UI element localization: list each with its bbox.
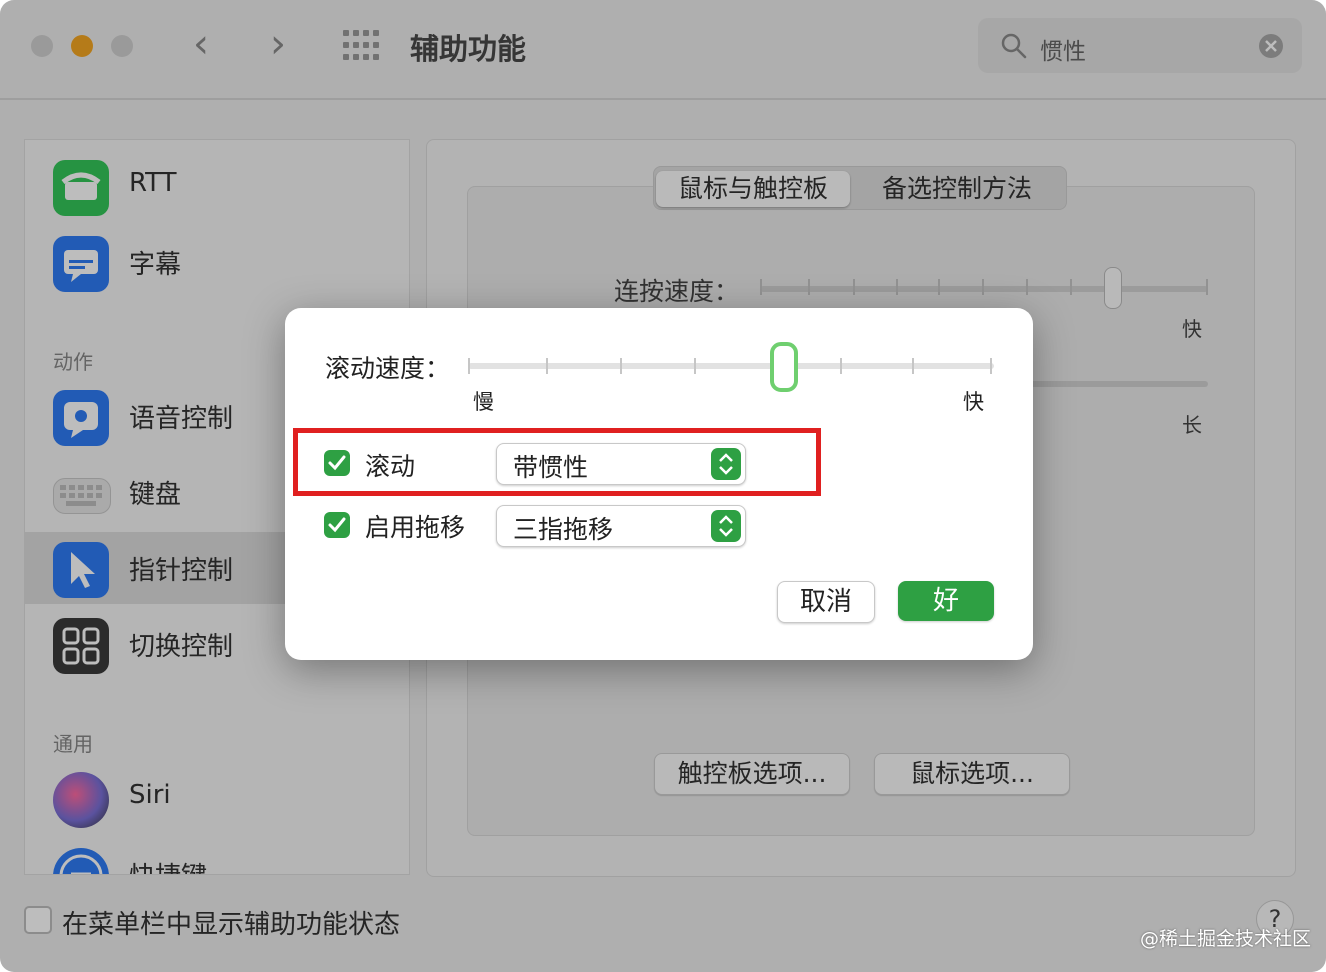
watermark: @稀土掘金技术社区 — [1140, 928, 1312, 950]
scroll-speed-slider[interactable] — [468, 342, 994, 392]
dragging-checkbox[interactable] — [324, 512, 350, 538]
dragging-label: 启用拖移 — [365, 513, 466, 542]
dragging-mode-value: 三指拖移 — [513, 515, 614, 544]
fast-label: 快 — [963, 390, 984, 414]
slow-label: 慢 — [473, 390, 494, 414]
up-down-arrows-icon — [711, 510, 741, 542]
scroll-speed-label: 滚动速度： — [325, 354, 451, 383]
ok-button[interactable]: 好 — [898, 581, 994, 621]
dragging-mode-popup[interactable]: 三指拖移 — [496, 505, 746, 547]
cancel-button[interactable]: 取消 — [777, 581, 875, 623]
scroll-speed-slider-knob[interactable] — [769, 342, 798, 392]
checkmark-icon — [328, 517, 346, 533]
highlight-box — [293, 428, 821, 496]
system-preferences-window: ‹ › 辅助功能 惯性 RTT 字幕 动作 语音控制 键盘 指针控制 切换控制 … — [0, 0, 1326, 972]
